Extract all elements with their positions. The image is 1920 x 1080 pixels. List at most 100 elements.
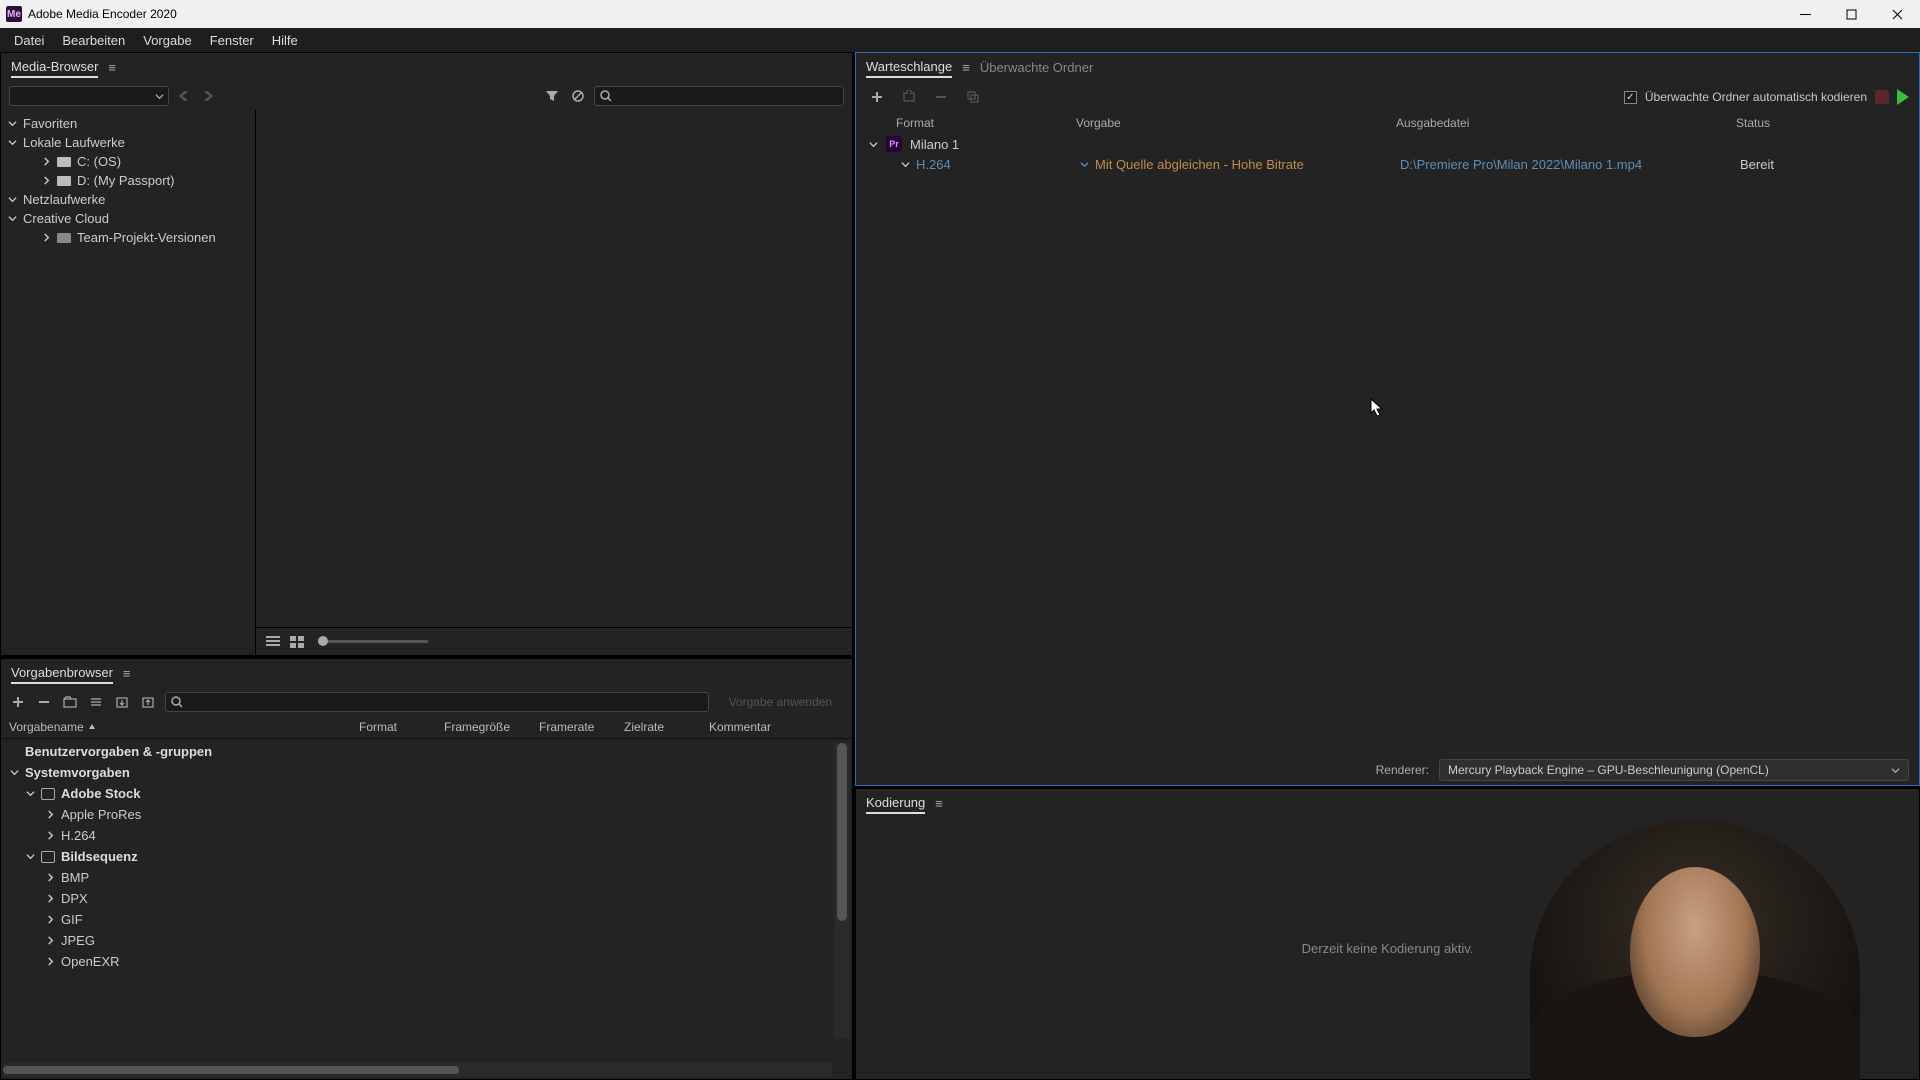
stop-queue-button[interactable] — [1875, 90, 1889, 104]
auto-encode-checkbox[interactable] — [1624, 91, 1637, 104]
panel-menu-icon[interactable]: ≡ — [108, 60, 116, 75]
output-path-link[interactable]: D:\Premiere Pro\Milan 2022\Milano 1.mp4 — [1400, 157, 1642, 172]
media-browser-panel: Media-Browser ≡ Favoriten Lokale Laufwer… — [0, 52, 853, 656]
tree-label: Netzlaufwerke — [23, 192, 105, 207]
col-framesize-label[interactable]: Framegröße — [444, 720, 539, 734]
thumb-view-icon[interactable] — [288, 635, 306, 649]
renderer-label: Renderer: — [1376, 763, 1429, 777]
col-format-label[interactable]: Format — [896, 116, 1076, 130]
add-output-button[interactable] — [898, 86, 920, 108]
menu-file[interactable]: Datei — [6, 30, 52, 51]
group-label: Benutzervorgaben & -gruppen — [25, 744, 212, 759]
preset-subgroup[interactable]: DPX — [1, 888, 852, 909]
preset-subgroup[interactable]: OpenEXR — [1, 951, 852, 972]
nav-back-icon[interactable] — [175, 87, 193, 105]
preset-settings-icon[interactable] — [87, 693, 105, 711]
col-output-label[interactable]: Ausgabedatei — [1396, 116, 1736, 130]
preset-label: OpenEXR — [61, 954, 120, 969]
remove-preset-icon[interactable] — [35, 693, 53, 711]
title-bar: Me Adobe Media Encoder 2020 — [0, 0, 1920, 28]
export-preset-icon[interactable] — [139, 693, 157, 711]
tree-local-drives[interactable]: Lokale Laufwerke — [1, 133, 255, 152]
col-name-label[interactable]: Vorgabename — [9, 720, 84, 734]
col-bitrate-label[interactable]: Zielrate — [624, 720, 709, 734]
col-comment-label[interactable]: Kommentar — [709, 720, 804, 734]
preset-scrollbar-v[interactable] — [834, 743, 850, 1039]
preset-subgroup[interactable]: BMP — [1, 867, 852, 888]
preset-label: GIF — [61, 912, 83, 927]
duplicate-button[interactable] — [962, 86, 984, 108]
preset-group-image-sequence[interactable]: Bildsequenz — [1, 846, 852, 867]
tree-favorites[interactable]: Favoriten — [1, 114, 255, 133]
menu-help[interactable]: Hilfe — [264, 30, 306, 51]
tree-creative-cloud[interactable]: Creative Cloud — [1, 209, 255, 228]
preset-browser-panel: Vorgabenbrowser ≡ Vorgabe anwenden Vorga… — [0, 658, 853, 1080]
menu-edit[interactable]: Bearbeiten — [54, 30, 133, 51]
scrollbar-thumb[interactable] — [3, 1066, 459, 1074]
media-search-input[interactable] — [594, 86, 844, 106]
tab-preset-browser[interactable]: Vorgabenbrowser — [11, 663, 113, 684]
queue-output-row[interactable]: H.264 Mit Quelle abgleichen - Hohe Bitra… — [860, 154, 1915, 175]
preset-link[interactable]: Mit Quelle abgleichen - Hohe Bitrate — [1095, 157, 1304, 172]
preset-group-system[interactable]: Systemvorgaben — [1, 762, 852, 783]
filter-icon[interactable] — [542, 86, 562, 106]
queue-list[interactable]: Pr Milano 1 H.264 Mit Quelle abgleichen … — [856, 134, 1919, 755]
zoom-slider[interactable] — [318, 640, 428, 643]
list-view-icon[interactable] — [264, 635, 282, 649]
panel-menu-icon[interactable]: ≡ — [123, 666, 131, 681]
preset-label: JPEG — [61, 933, 95, 948]
close-button[interactable] — [1874, 0, 1920, 28]
tab-queue[interactable]: Warteschlange — [866, 57, 952, 78]
tab-encoding[interactable]: Kodierung — [866, 793, 925, 814]
tree-label: C: (OS) — [77, 154, 121, 169]
menu-preset[interactable]: Vorgabe — [135, 30, 199, 51]
path-dropdown[interactable] — [9, 86, 169, 106]
group-label: Bildsequenz — [61, 849, 138, 864]
ingest-icon[interactable] — [568, 86, 588, 106]
add-source-button[interactable] — [866, 86, 888, 108]
queue-panel: Warteschlange ≡ Überwachte Ordner Überwa… — [855, 52, 1920, 786]
format-link[interactable]: H.264 — [916, 157, 951, 172]
zoom-handle[interactable] — [318, 636, 328, 646]
chevron-down-icon[interactable] — [1080, 160, 1089, 169]
col-status-label[interactable]: Status — [1736, 116, 1909, 130]
tab-media-browser[interactable]: Media-Browser — [11, 57, 98, 78]
sort-asc-icon — [88, 723, 96, 731]
col-framerate-label[interactable]: Framerate — [539, 720, 624, 734]
panel-menu-icon[interactable]: ≡ — [962, 60, 970, 75]
tab-watch-folders[interactable]: Überwachte Ordner — [980, 58, 1093, 77]
menu-window[interactable]: Fenster — [202, 30, 262, 51]
preset-scrollbar-h[interactable] — [3, 1063, 832, 1077]
premiere-icon: Pr — [886, 136, 902, 152]
tree-team-projects[interactable]: Team-Projekt-Versionen — [1, 228, 255, 247]
preset-subgroup[interactable]: Apple ProRes — [1, 804, 852, 825]
minimize-button[interactable] — [1782, 0, 1828, 28]
maximize-button[interactable] — [1828, 0, 1874, 28]
new-preset-icon[interactable] — [9, 693, 27, 711]
scrollbar-thumb[interactable] — [837, 743, 847, 921]
col-preset-label[interactable]: Vorgabe — [1076, 116, 1396, 130]
preset-subgroup[interactable]: H.264 — [1, 825, 852, 846]
tree-network-drives[interactable]: Netzlaufwerke — [1, 190, 255, 209]
app-title: Adobe Media Encoder 2020 — [28, 7, 177, 21]
new-group-icon[interactable] — [61, 693, 79, 711]
renderer-dropdown[interactable]: Mercury Playback Engine – GPU-Beschleuni… — [1439, 759, 1909, 781]
nav-forward-icon[interactable] — [199, 87, 217, 105]
start-queue-button[interactable] — [1897, 89, 1909, 105]
import-preset-icon[interactable] — [113, 693, 131, 711]
apply-preset-button: Vorgabe anwenden — [717, 695, 844, 709]
preset-group-adobe-stock[interactable]: Adobe Stock — [1, 783, 852, 804]
remove-button[interactable] — [930, 86, 952, 108]
tree-label: Favoriten — [23, 116, 77, 131]
panel-menu-icon[interactable]: ≡ — [935, 796, 943, 811]
queue-source-row[interactable]: Pr Milano 1 — [860, 134, 1915, 154]
preset-subgroup[interactable]: JPEG — [1, 930, 852, 951]
tree-drive-d[interactable]: D: (My Passport) — [1, 171, 255, 190]
tree-drive-c[interactable]: C: (OS) — [1, 152, 255, 171]
group-label: Adobe Stock — [61, 786, 140, 801]
preset-group-user[interactable]: Benutzervorgaben & -gruppen — [1, 741, 852, 762]
preset-search-input[interactable] — [165, 692, 709, 712]
col-format-label[interactable]: Format — [359, 720, 444, 734]
preset-subgroup[interactable]: GIF — [1, 909, 852, 930]
folder-icon — [41, 851, 55, 863]
